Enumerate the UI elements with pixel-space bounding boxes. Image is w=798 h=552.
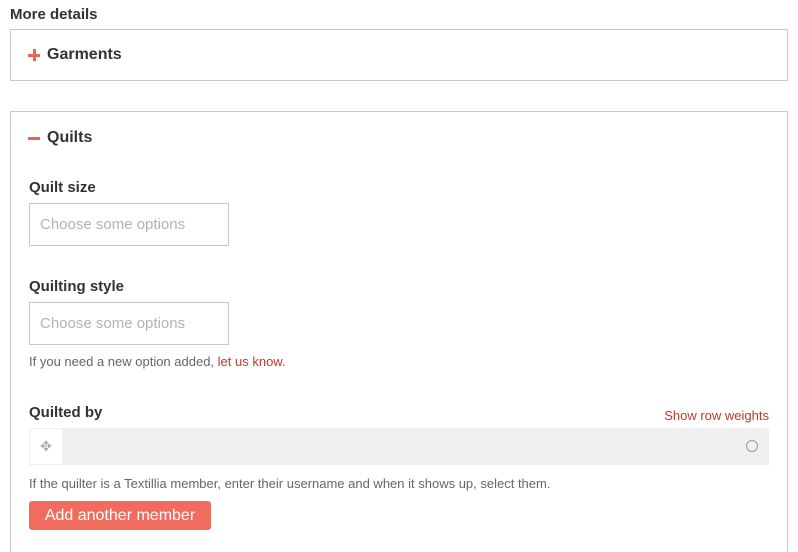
quilting-style-help-text: If you need a new option added, xyxy=(29,354,218,369)
member-username-input[interactable] xyxy=(63,428,769,465)
quilting-style-select[interactable] xyxy=(29,302,229,345)
member-autocomplete[interactable] xyxy=(63,428,769,465)
member-row: ✥ xyxy=(29,428,769,465)
quilts-panel: Quilts Quilt size Quilting style If you … xyxy=(10,111,788,552)
quilts-toggle[interactable]: Quilts xyxy=(28,129,92,147)
quilts-label: Quilts xyxy=(47,129,93,146)
plus-icon xyxy=(28,49,40,61)
quilt-size-label: Quilt size xyxy=(29,179,96,196)
quilting-style-input[interactable] xyxy=(30,303,228,344)
add-another-member-button[interactable]: Add another member xyxy=(29,501,211,530)
let-us-know-link[interactable]: let us know. xyxy=(218,354,286,369)
section-title: More details xyxy=(10,6,98,23)
move-icon[interactable]: ✥ xyxy=(29,428,63,465)
quilt-size-input[interactable] xyxy=(30,204,228,245)
show-row-weights-link[interactable]: Show row weights xyxy=(664,408,769,423)
quilting-style-label: Quilting style xyxy=(29,278,125,295)
quilting-style-help: If you need a new option added, let us k… xyxy=(29,354,286,369)
quilted-by-help: If the quilter is a Textillia member, en… xyxy=(29,476,551,491)
quilt-size-select[interactable] xyxy=(29,203,229,246)
garments-label: Garments xyxy=(47,46,122,63)
garments-panel: Garments xyxy=(10,29,788,81)
quilted-by-label: Quilted by xyxy=(29,404,103,421)
garments-toggle[interactable]: Garments xyxy=(28,46,122,64)
autocomplete-throbber-icon xyxy=(746,440,758,452)
minus-icon xyxy=(28,132,40,144)
